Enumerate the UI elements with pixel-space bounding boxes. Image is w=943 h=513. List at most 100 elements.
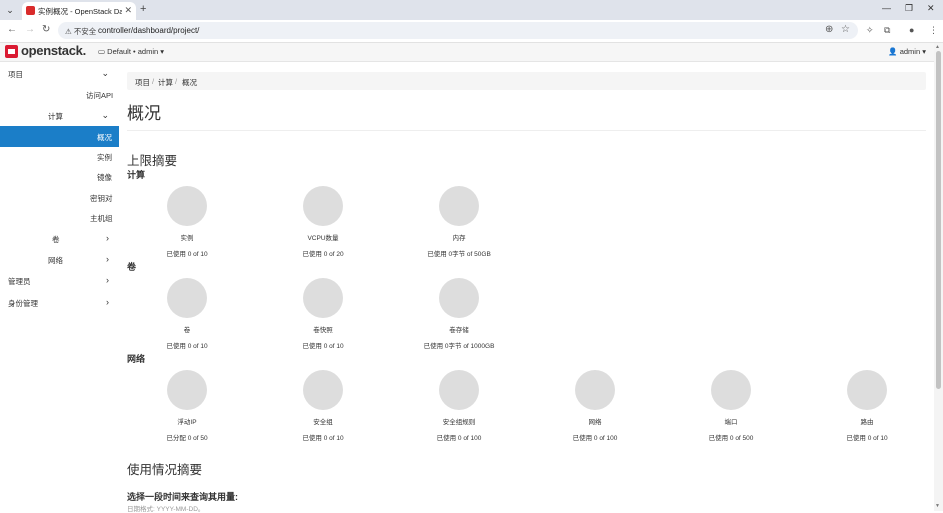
usage-summary-heading: 使用情况摘要 (127, 463, 203, 477)
url-text[interactable]: controller/dashboard/project/ (98, 26, 199, 35)
quota-usage: 已使用 0 of 10 (166, 251, 208, 258)
project-selector-label: Default • admin (107, 47, 159, 56)
browser-tab[interactable]: 实例概况 - OpenStack Dashb ✕ (22, 2, 136, 20)
chevron-right-icon[interactable]: › (106, 233, 109, 243)
sidebar-item-api-access[interactable]: 访问API (86, 90, 113, 101)
quota-pie-chart (711, 370, 751, 410)
quota-usage: 已使用 0 of 10 (166, 343, 208, 350)
quota-pie: 安全组规则 已使用 0 of 100 (391, 370, 527, 442)
quota-pie: 网络 已使用 0 of 100 (527, 370, 663, 442)
browser-menu-icon[interactable]: ⋮ (929, 25, 938, 36)
sidebar-item-compute[interactable]: 计算 (48, 111, 63, 122)
scroll-up-icon[interactable]: ▲ (935, 44, 940, 50)
quota-name: 浮动IP (177, 419, 197, 426)
sidebar-item-server-groups[interactable]: 主机组 (90, 213, 113, 224)
quota-pie-chart (167, 278, 207, 318)
quota-pie-chart (439, 278, 479, 318)
security-label: 不安全 (73, 27, 97, 36)
volume-group-heading: 卷 (127, 262, 137, 272)
security-indicator[interactable]: ⚠ 不安全 (65, 26, 96, 37)
chevron-right-icon[interactable]: › (106, 254, 109, 264)
puzzle-icon[interactable]: ⧉ (884, 25, 890, 36)
quota-pie: 卷快照 已使用 0 of 10 (255, 278, 391, 350)
profile-icon[interactable]: ● (909, 25, 914, 35)
quota-pie: 端口 已使用 0 of 500 (663, 370, 799, 442)
sidebar-item-volumes[interactable]: 卷 (52, 234, 60, 245)
sidebar-item-admin[interactable]: 管理员 (8, 276, 31, 287)
quota-pie-chart (847, 370, 887, 410)
quota-pie: 实例 已使用 0 of 10 (119, 186, 255, 258)
brand-name[interactable]: openstack. (21, 43, 86, 58)
browser-tab-bar: ⌄ 实例概况 - OpenStack Dashb ✕ + — ❐ ✕ (0, 0, 943, 20)
sidebar-item-overview[interactable]: 概况 (0, 126, 119, 147)
chevron-right-icon[interactable]: › (106, 275, 109, 285)
sidebar-item-overview-label: 概况 (97, 133, 112, 142)
user-name: admin (899, 47, 921, 56)
quota-pie-chart (575, 370, 615, 410)
quota-name: 路由 (860, 419, 874, 426)
compute-group-heading: 计算 (127, 170, 146, 180)
bookmark-star-icon[interactable]: ☆ (841, 24, 850, 35)
page-title: 概况 (127, 104, 161, 123)
tab-close-icon[interactable]: ✕ (124, 5, 132, 16)
quota-pie-chart (303, 186, 343, 226)
sidebar-item-identity[interactable]: 身份管理 (8, 298, 38, 309)
sidebar-item-network[interactable]: 网络 (48, 255, 63, 266)
address-bar[interactable]: ⚠ 不安全 controller/dashboard/project/ ⊕ ☆ (58, 22, 858, 39)
breadcrumb-item[interactable]: 计算 (158, 77, 173, 88)
user-menu[interactable]: 👤 admin ▾ (888, 47, 926, 56)
quota-usage: 已使用 0 of 10 (302, 343, 344, 350)
new-tab-icon[interactable]: + (140, 3, 146, 15)
quota-name: 卷存储 (449, 327, 469, 334)
quota-name: 实例 (180, 235, 194, 242)
quota-usage: 已使用 0字节 of 50GB (427, 251, 491, 258)
restore-icon[interactable]: ❐ (905, 3, 913, 14)
app-navbar: openstack. ▭ Default • admin ▾ 👤 admin ▾ (0, 43, 934, 62)
chevron-right-icon[interactable]: › (106, 297, 109, 307)
project-selector[interactable]: ▭ Default • admin ▾ (98, 47, 164, 56)
date-format-hint: 日期格式: YYYY-MM-DD。 (127, 506, 205, 513)
chevron-down-icon[interactable]: ⌄ (101, 110, 109, 121)
quota-usage: 已使用 0 of 100 (572, 435, 618, 442)
sidebar-item-keypairs[interactable]: 密钥对 (90, 193, 113, 204)
tab-favicon-icon (26, 6, 35, 15)
quota-pie-chart (439, 186, 479, 226)
usage-query-label: 选择一段时间来查询其用量: (127, 492, 238, 502)
back-icon[interactable]: ← (7, 24, 17, 35)
reload-icon[interactable]: ↻ (42, 24, 50, 35)
minimize-icon[interactable]: — (882, 3, 891, 13)
zoom-icon[interactable]: ⊕ (825, 24, 833, 35)
quota-name: 网络 (588, 419, 602, 426)
breadcrumb-separator: / (175, 77, 178, 86)
sidebar-item-images[interactable]: 镜像 (97, 172, 112, 183)
quota-name: 安全组规则 (442, 419, 476, 426)
forward-icon[interactable]: → (25, 24, 35, 35)
quota-pie: 卷存储 已使用 0字节 of 1000GB (391, 278, 527, 350)
chevron-down-icon[interactable]: ⌄ (101, 68, 109, 79)
tab-title: 实例概况 - OpenStack Dashb (38, 7, 122, 16)
quota-usage: 已分配 0 of 50 (166, 435, 208, 442)
quota-pie: 卷 已使用 0 of 10 (119, 278, 255, 350)
quota-usage: 已使用 0 of 500 (708, 435, 754, 442)
extension-icon[interactable]: ✧ (866, 25, 874, 36)
quota-pie: 浮动IP 已分配 0 of 50 (119, 370, 255, 442)
tab-search-icon[interactable]: ⌄ (4, 4, 16, 16)
close-window-icon[interactable]: ✕ (927, 3, 935, 14)
breadcrumb-item-current: 概况 (182, 78, 197, 87)
sidebar-item-instances[interactable]: 实例 (97, 152, 112, 163)
limit-summary-heading: 上限摘要 (127, 154, 178, 168)
quota-pie-chart (303, 370, 343, 410)
quota-pie-chart (167, 186, 207, 226)
quota-usage: 已使用 0 of 10 (302, 435, 344, 442)
quota-pie: 路由 已使用 0 of 10 (799, 370, 935, 442)
sidebar-item-project[interactable]: 项目 (8, 69, 23, 80)
browser-toolbar: ← → ↻ ⚠ 不安全 controller/dashboard/project… (0, 20, 943, 43)
page-scrollbar[interactable]: ▲ ▼ (934, 43, 943, 511)
breadcrumb-item[interactable]: 项目 (135, 77, 150, 88)
scroll-down-icon[interactable]: ▼ (935, 503, 940, 509)
quota-usage: 已使用 0 of 20 (302, 251, 344, 258)
quota-name: 内存 (452, 235, 466, 242)
scrollbar-thumb[interactable] (936, 51, 941, 389)
openstack-logo-icon[interactable] (5, 45, 18, 58)
quota-usage: 已使用 0 of 10 (846, 435, 888, 442)
